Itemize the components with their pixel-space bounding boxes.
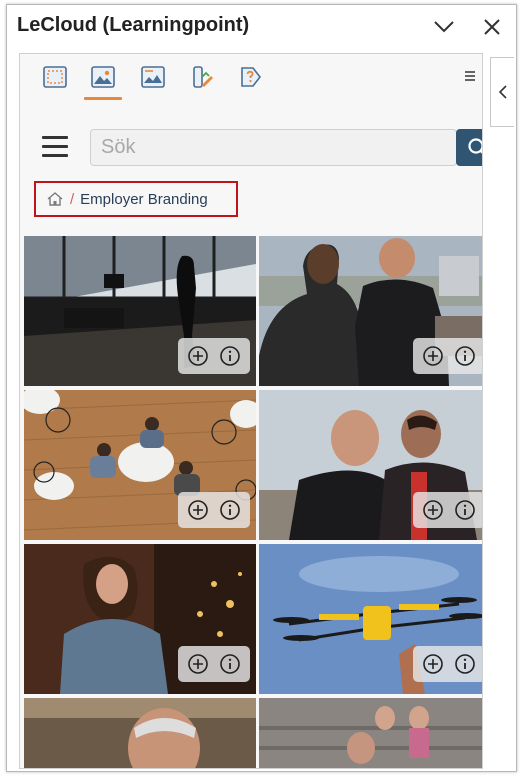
tile-actions	[178, 338, 250, 374]
add-circle-icon	[423, 346, 443, 366]
tool-help[interactable]	[236, 62, 266, 92]
image-tile[interactable]	[24, 544, 256, 694]
image-tile[interactable]	[24, 390, 256, 540]
info-circle-icon	[455, 500, 475, 520]
close-button[interactable]	[478, 13, 506, 41]
breadcrumb: / Employer Branding	[34, 181, 238, 217]
more-menu-icon[interactable]	[464, 66, 476, 86]
menu-button[interactable]	[42, 136, 68, 160]
add-image-button[interactable]	[186, 344, 210, 368]
add-image-button[interactable]	[186, 498, 210, 522]
image-grid	[20, 232, 482, 768]
image-tile[interactable]	[259, 544, 482, 694]
search-button[interactable]	[456, 129, 482, 166]
tool-select-region[interactable]	[40, 62, 70, 92]
select-region-icon	[43, 66, 67, 88]
image-info-button[interactable]	[218, 498, 242, 522]
add-image-button[interactable]	[421, 498, 445, 522]
collapse-panel-button[interactable]	[490, 57, 514, 127]
image-info-button[interactable]	[453, 344, 477, 368]
tool-gallery[interactable]	[138, 62, 168, 92]
title-bar: LeCloud (Learningpoint)	[7, 5, 516, 49]
image-tile[interactable]	[259, 698, 482, 768]
add-circle-icon	[188, 654, 208, 674]
add-circle-icon	[423, 654, 443, 674]
addin-window: LeCloud (Learningpoint) Sök / Employer B…	[6, 4, 517, 772]
menu-bar	[42, 136, 68, 139]
info-circle-icon	[220, 654, 240, 674]
image-tile[interactable]	[24, 698, 256, 768]
image-icon	[91, 66, 115, 88]
info-circle-icon	[220, 500, 240, 520]
image-tile[interactable]	[259, 390, 482, 540]
search-input[interactable]	[91, 130, 451, 165]
search-box	[90, 129, 457, 166]
brand-palette-icon	[193, 66, 213, 88]
menu-bar	[42, 145, 68, 148]
add-image-button[interactable]	[186, 652, 210, 676]
tile-actions	[413, 338, 482, 374]
info-circle-icon	[455, 654, 475, 674]
image-tile[interactable]	[24, 236, 256, 386]
image-info-button[interactable]	[453, 498, 477, 522]
add-circle-icon	[188, 346, 208, 366]
menu-bar	[42, 154, 68, 157]
breadcrumb-separator: /	[70, 190, 75, 208]
chevron-left-icon	[498, 85, 507, 99]
info-circle-icon	[220, 346, 240, 366]
close-icon	[484, 19, 500, 35]
content-panel: / Employer Branding	[19, 53, 483, 769]
image-thumbnail	[24, 698, 256, 768]
tile-actions	[178, 646, 250, 682]
add-circle-icon	[188, 500, 208, 520]
window-title: LeCloud (Learningpoint)	[17, 14, 250, 36]
minimize-button[interactable]	[430, 13, 458, 41]
tile-actions	[413, 646, 482, 682]
home-icon[interactable]	[46, 191, 64, 207]
search-icon	[468, 137, 482, 154]
image-info-button[interactable]	[218, 344, 242, 368]
info-circle-icon	[455, 346, 475, 366]
tile-actions	[413, 492, 482, 528]
tile-actions	[178, 492, 250, 528]
add-image-button[interactable]	[421, 344, 445, 368]
image-tile[interactable]	[259, 236, 482, 386]
add-circle-icon	[423, 500, 443, 520]
breadcrumb-current[interactable]: Employer Branding	[80, 191, 208, 208]
tool-images[interactable]	[84, 62, 122, 100]
chevron-down-icon	[434, 21, 454, 33]
tool-brand[interactable]	[188, 62, 218, 92]
image-info-button[interactable]	[218, 652, 242, 676]
help-tag-icon	[241, 67, 262, 87]
image-thumbnail	[259, 698, 482, 768]
add-image-button[interactable]	[421, 652, 445, 676]
gallery-icon	[141, 66, 165, 88]
image-info-button[interactable]	[453, 652, 477, 676]
tool-bar	[20, 54, 482, 106]
